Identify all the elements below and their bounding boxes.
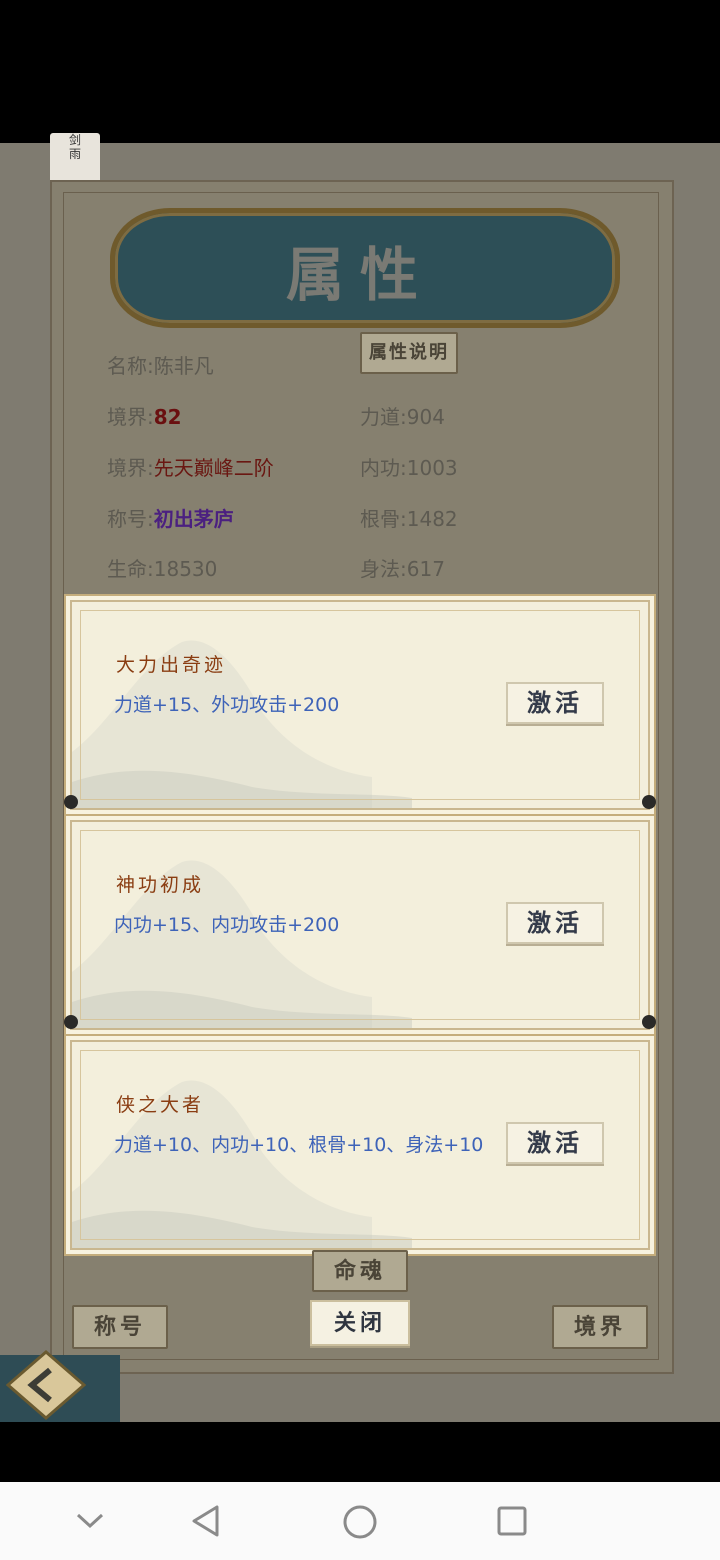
system-nav-bar [0,1482,720,1560]
bonus-description: 内功+15、内功攻击+200 [114,914,340,936]
attr-value: 先天巅峰二阶 [153,456,274,480]
bonus-title: 大力出奇迹 [116,654,227,676]
app-logo: 剑 雨 风 [50,133,100,183]
attr-row-realm-level: 境界:82 [107,401,182,430]
attr-value: 1003 [406,456,458,480]
attr-value: 初出茅庐 [153,507,234,531]
tab-soul[interactable]: 命魂 [312,1250,408,1292]
back-triangle-icon[interactable] [190,1504,222,1538]
bonus-description: 力道+15、外功攻击+200 [114,694,340,716]
back-arrow-icon[interactable] [6,1350,86,1420]
recents-square-icon[interactable] [496,1505,528,1537]
bonus-card: 大力出奇迹 力道+15、外功攻击+200 激活 [70,600,650,810]
close-button[interactable]: 关闭 [310,1300,410,1346]
attr-label: 名称: [107,354,154,378]
attr-row-life: 生命:18530 [107,553,217,582]
attr-value: 904 [406,405,445,429]
activate-button[interactable]: 激活 [506,902,604,944]
status-bar-area [0,0,720,143]
attr-label: 身法: [360,557,407,581]
attr-value: 617 [406,557,445,581]
attr-value: 82 [153,405,182,429]
attribute-explain-button[interactable]: 属性说明 [360,332,458,374]
attr-value: 18530 [153,557,218,581]
attr-label: 内功: [360,456,407,480]
card-knob [64,795,78,809]
page-title: 属性 [285,241,434,309]
logo-char: 剑 [68,133,81,147]
attr-label: 称号: [107,507,154,531]
tab-title[interactable]: 称号 [72,1305,168,1349]
card-knob [642,1015,656,1029]
attr-value: 1482 [406,507,458,531]
attr-label: 生命: [107,557,154,581]
bonus-card: 神功初成 内功+15、内功攻击+200 激活 [70,820,650,1030]
bonus-title: 神功初成 [116,874,205,896]
attr-row-bone: 根骨:1482 [360,503,458,532]
bonus-card: 侠之大者 力道+10、内功+10、根骨+10、身法+10 激活 [70,1040,650,1250]
tab-realm[interactable]: 境界 [552,1305,648,1349]
bonus-description: 力道+10、内功+10、根骨+10、身法+10 [114,1134,484,1156]
home-circle-icon[interactable] [342,1504,378,1540]
attr-row-name: 名称:陈非凡 [107,350,214,379]
attr-label: 根骨: [360,507,407,531]
card-knob [642,795,656,809]
bottom-black-band [0,1422,720,1482]
attr-value: 陈非凡 [153,354,214,378]
chevron-down-icon[interactable] [75,1510,105,1530]
attr-row-title: 称号:初出茅庐 [107,503,234,532]
attr-row-internal: 内功:1003 [360,452,458,481]
logo-char: 雨 [68,147,81,161]
attr-label: 境界: [107,456,154,480]
bonus-title: 侠之大者 [116,1094,205,1116]
attr-label: 力道: [360,405,407,429]
activate-button[interactable]: 激活 [506,1122,604,1164]
card-knob [64,1015,78,1029]
attr-row-strength: 力道:904 [360,401,445,430]
attr-row-agility: 身法:617 [360,553,445,582]
attr-row-realm-name: 境界:先天巅峰二阶 [107,452,274,481]
attr-label: 境界: [107,405,154,429]
activate-button[interactable]: 激活 [506,682,604,724]
